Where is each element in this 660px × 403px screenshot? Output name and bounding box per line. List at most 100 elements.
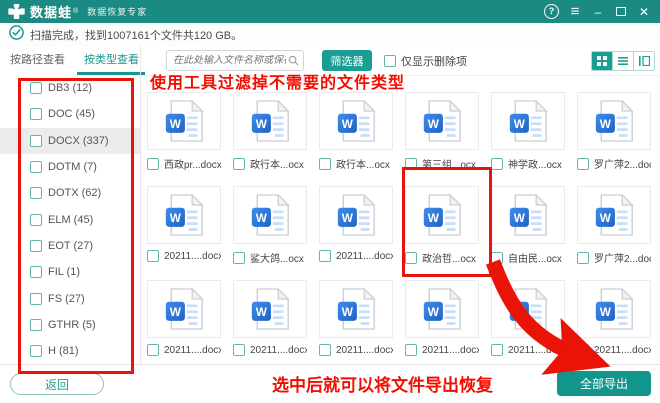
- file-thumbnail[interactable]: [319, 280, 393, 338]
- show-deleted-only-option[interactable]: 仅显示删除项: [384, 53, 467, 69]
- file-thumbnail[interactable]: [147, 280, 221, 338]
- file-checkbox[interactable]: [319, 250, 331, 262]
- file-checkbox[interactable]: [147, 157, 159, 170]
- help-icon[interactable]: ?: [544, 4, 559, 19]
- file-card: 政行本...ocx: [233, 92, 307, 186]
- file-thumbnail[interactable]: [577, 92, 651, 150]
- file-thumbnail[interactable]: [233, 186, 307, 244]
- type-label: DOC (45): [48, 108, 96, 121]
- file-name[interactable]: 政行本...ocx: [336, 156, 390, 171]
- file-checkbox[interactable]: [405, 157, 417, 170]
- sidebar-item-gthr[interactable]: GTHR (5): [0, 312, 140, 338]
- word-file-icon: [594, 99, 634, 143]
- file-name[interactable]: 20211....docx: [164, 345, 221, 356]
- sidebar-item-dotx[interactable]: DOTX (62): [0, 180, 140, 206]
- file-name[interactable]: 西政pr...docx: [164, 156, 221, 171]
- file-name[interactable]: 第三组...ocx: [422, 156, 476, 171]
- tab-by-type[interactable]: 按类型查看: [84, 46, 139, 75]
- file-name[interactable]: 20211....docx: [422, 345, 479, 356]
- file-thumbnail[interactable]: [233, 280, 307, 338]
- show-deleted-only-checkbox[interactable]: [384, 55, 396, 67]
- file-name[interactable]: 20211....docx: [594, 345, 651, 356]
- file-thumbnail[interactable]: [147, 92, 221, 150]
- file-name[interactable]: 20211....docx: [336, 345, 393, 356]
- file-checkbox[interactable]: [147, 250, 159, 262]
- grid-view-button[interactable]: [592, 52, 612, 70]
- file-thumbnail[interactable]: [319, 92, 393, 150]
- tab-by-path[interactable]: 按路径查看: [10, 46, 65, 75]
- sidebar-item-doc[interactable]: DOC (45): [0, 101, 140, 127]
- file-checkbox[interactable]: [491, 157, 503, 170]
- search-box[interactable]: [166, 50, 304, 71]
- file-name[interactable]: 20211....docx: [508, 345, 565, 356]
- type-checkbox[interactable]: [30, 134, 42, 147]
- file-card: 自由民...ocx: [491, 186, 565, 280]
- minimize-icon[interactable]: –: [591, 5, 605, 19]
- type-checkbox[interactable]: [30, 292, 42, 305]
- file-thumbnail[interactable]: [233, 92, 307, 150]
- type-checkbox[interactable]: [30, 187, 42, 200]
- file-thumbnail[interactable]: [319, 186, 393, 244]
- file-checkbox[interactable]: [233, 157, 245, 170]
- type-checkbox[interactable]: [30, 161, 42, 174]
- file-thumbnail[interactable]: [405, 186, 479, 244]
- file-checkbox[interactable]: [147, 344, 159, 356]
- file-name[interactable]: 政行本...ocx: [250, 156, 304, 171]
- sidebar-item-fil[interactable]: FIL (1): [0, 259, 140, 285]
- export-all-button[interactable]: 全部导出: [557, 371, 651, 396]
- list-view-icon: [618, 57, 628, 65]
- search-input[interactable]: [167, 55, 288, 66]
- filter-button[interactable]: 筛选器: [322, 50, 372, 71]
- file-name[interactable]: 20211....docx: [250, 345, 307, 356]
- type-checkbox[interactable]: [30, 318, 42, 331]
- type-checkbox[interactable]: [30, 266, 42, 279]
- file-name[interactable]: 鲨大鸽...ocx: [250, 250, 304, 265]
- file-checkbox[interactable]: [491, 344, 503, 356]
- sidebar-item-elm[interactable]: ELM (45): [0, 206, 140, 232]
- sidebar-item-eot[interactable]: EOT (27): [0, 233, 140, 259]
- file-name[interactable]: 政治哲...ocx: [422, 250, 476, 265]
- file-thumbnail[interactable]: [491, 92, 565, 150]
- file-checkbox[interactable]: [491, 251, 503, 264]
- file-thumbnail[interactable]: [147, 186, 221, 244]
- back-button[interactable]: 返回: [10, 373, 104, 395]
- file-thumbnail[interactable]: [577, 186, 651, 244]
- file-thumbnail[interactable]: [577, 280, 651, 338]
- list-view-button[interactable]: [612, 52, 633, 70]
- file-checkbox[interactable]: [233, 251, 245, 264]
- sidebar-item-dotm[interactable]: DOTM (7): [0, 154, 140, 180]
- file-thumbnail[interactable]: [491, 186, 565, 244]
- file-name[interactable]: 20211....docx: [164, 251, 221, 262]
- file-checkbox[interactable]: [319, 344, 331, 356]
- sidebar-item-db3[interactable]: DB3 (12): [0, 75, 140, 101]
- file-checkbox[interactable]: [233, 344, 245, 356]
- file-thumbnail[interactable]: [491, 280, 565, 338]
- file-checkbox[interactable]: [577, 344, 589, 356]
- brand-subtitle: 数据恢复专家: [87, 7, 148, 17]
- type-checkbox[interactable]: [30, 82, 42, 95]
- sidebar-item-h[interactable]: H (81): [0, 338, 140, 364]
- word-file-icon: [422, 99, 462, 143]
- type-checkbox[interactable]: [30, 239, 42, 252]
- file-checkbox[interactable]: [577, 251, 589, 264]
- file-name[interactable]: 罗广萍2...docx: [594, 250, 651, 265]
- maximize-icon[interactable]: [614, 5, 628, 19]
- file-thumbnail[interactable]: [405, 92, 479, 150]
- sidebar-item-fs[interactable]: FS (27): [0, 285, 140, 311]
- file-checkbox[interactable]: [319, 157, 331, 170]
- type-checkbox[interactable]: [30, 108, 42, 121]
- sidebar-item-docx[interactable]: DOCX (337): [0, 127, 140, 154]
- file-name[interactable]: 自由民...ocx: [508, 250, 562, 265]
- close-icon[interactable]: ✕: [637, 5, 651, 19]
- file-name[interactable]: 20211....docx: [336, 251, 393, 262]
- type-checkbox[interactable]: [30, 213, 42, 226]
- file-name[interactable]: 神学政...ocx: [508, 156, 562, 171]
- file-checkbox[interactable]: [405, 344, 417, 356]
- file-checkbox[interactable]: [405, 251, 417, 264]
- detail-view-button[interactable]: [633, 52, 654, 70]
- type-checkbox[interactable]: [30, 345, 42, 358]
- menu-icon[interactable]: ≡: [568, 4, 582, 19]
- file-thumbnail[interactable]: [405, 280, 479, 338]
- file-name[interactable]: 罗广萍2...docx: [594, 156, 651, 171]
- file-checkbox[interactable]: [577, 157, 589, 170]
